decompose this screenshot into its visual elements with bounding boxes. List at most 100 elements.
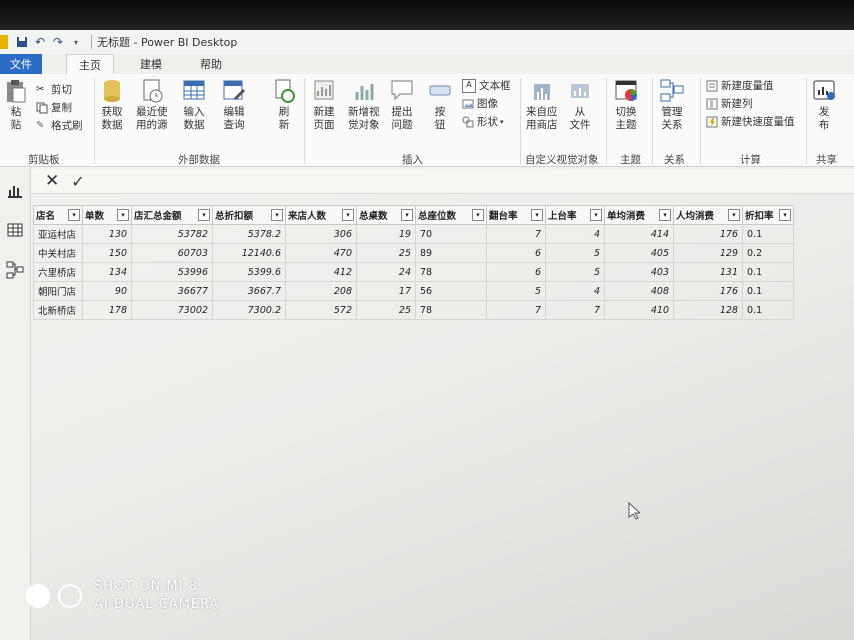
table-cell[interactable]: 5 xyxy=(486,281,546,301)
tab-file[interactable]: 文件 xyxy=(0,54,42,74)
new-quick-measure-button[interactable]: 新建快速度量值 xyxy=(706,114,795,129)
format-painter-button[interactable]: ✎ 格式刷 xyxy=(36,118,83,133)
table-cell[interactable]: 0.2 xyxy=(742,243,794,263)
model-view-icon[interactable] xyxy=(6,261,24,279)
tab-modeling[interactable]: 建模 xyxy=(128,54,174,74)
filter-dropdown-icon[interactable]: ▾ xyxy=(590,209,602,221)
save-icon[interactable] xyxy=(14,34,30,50)
filter-dropdown-icon[interactable]: ▾ xyxy=(779,209,791,221)
get-data-button[interactable]: 获取 数据 xyxy=(100,78,124,132)
table-cell[interactable]: 25 xyxy=(356,300,416,320)
filter-dropdown-icon[interactable]: ▾ xyxy=(68,209,80,221)
table-cell[interactable]: 410 xyxy=(604,300,674,320)
textbox-button[interactable]: A 文本框 xyxy=(462,78,511,93)
shapes-dropdown-icon[interactable]: ▾ xyxy=(500,118,504,126)
filter-dropdown-icon[interactable]: ▾ xyxy=(198,209,210,221)
table-cell[interactable]: 0.1 xyxy=(742,224,794,244)
button-button[interactable]: 按 钮 xyxy=(428,78,452,132)
table-cell[interactable]: 208 xyxy=(285,281,357,301)
table-cell[interactable]: 17 xyxy=(356,281,416,301)
redo-icon[interactable]: ↷ xyxy=(50,34,66,50)
column-header[interactable]: 单均消费 ▾ xyxy=(604,205,674,225)
table-cell[interactable]: 130 xyxy=(82,224,132,244)
column-header[interactable]: 总折扣额 ▾ xyxy=(212,205,286,225)
table-cell[interactable]: 176 xyxy=(673,224,743,244)
table-cell[interactable]: 亚运村店 xyxy=(33,224,83,244)
table-cell[interactable]: 56 xyxy=(415,281,487,301)
refresh-button[interactable]: 刷 新 xyxy=(272,78,296,132)
table-cell[interactable]: 0.1 xyxy=(742,300,794,320)
table-cell[interactable]: 90 xyxy=(82,281,132,301)
publish-button[interactable]: 发 布 xyxy=(812,78,836,132)
table-cell[interactable]: 36677 xyxy=(131,281,213,301)
column-header[interactable]: 来店人数 ▾ xyxy=(285,205,357,225)
tab-help[interactable]: 帮助 xyxy=(188,54,234,74)
table-cell[interactable]: 134 xyxy=(82,262,132,282)
table-cell[interactable]: 70 xyxy=(415,224,487,244)
table-cell[interactable]: 24 xyxy=(356,262,416,282)
table-cell[interactable]: 4 xyxy=(545,281,605,301)
column-header[interactable]: 店名 ▾ xyxy=(33,205,83,225)
filter-dropdown-icon[interactable]: ▾ xyxy=(271,209,283,221)
table-cell[interactable]: 78 xyxy=(415,300,487,320)
table-cell[interactable]: 6 xyxy=(486,243,546,263)
table-cell[interactable]: 405 xyxy=(604,243,674,263)
table-cell[interactable]: 5 xyxy=(545,262,605,282)
edit-queries-button[interactable]: 编辑 查询 xyxy=(222,78,246,132)
quick-access-dropdown-icon[interactable]: ▾ xyxy=(68,34,84,50)
table-cell[interactable]: 53996 xyxy=(131,262,213,282)
table-cell[interactable]: 25 xyxy=(356,243,416,263)
table-cell[interactable]: 中关村店 xyxy=(33,243,83,263)
table-cell[interactable]: 7 xyxy=(545,300,605,320)
cut-button[interactable]: ✂ 剪切 xyxy=(36,82,72,97)
report-view-icon[interactable] xyxy=(6,181,24,199)
filter-dropdown-icon[interactable]: ▾ xyxy=(531,209,543,221)
column-header[interactable]: 折扣率 ▾ xyxy=(742,205,794,225)
table-cell[interactable]: 六里桥店 xyxy=(33,262,83,282)
table-cell[interactable]: 306 xyxy=(285,224,357,244)
enter-data-button[interactable]: 输入 数据 xyxy=(182,78,206,132)
table-cell[interactable]: 408 xyxy=(604,281,674,301)
table-cell[interactable]: 19 xyxy=(356,224,416,244)
copy-button[interactable]: 复制 xyxy=(36,100,72,115)
table-cell[interactable]: 412 xyxy=(285,262,357,282)
table-cell[interactable]: 7300.2 xyxy=(212,300,286,320)
table-cell[interactable]: 414 xyxy=(604,224,674,244)
table-cell[interactable]: 403 xyxy=(604,262,674,282)
table-cell[interactable]: 73002 xyxy=(131,300,213,320)
undo-icon[interactable]: ↶ xyxy=(32,34,48,50)
filter-dropdown-icon[interactable]: ▾ xyxy=(659,209,671,221)
filter-dropdown-icon[interactable]: ▾ xyxy=(728,209,740,221)
table-cell[interactable]: 150 xyxy=(82,243,132,263)
column-header[interactable]: 总座位数 ▾ xyxy=(415,205,487,225)
new-visual-button[interactable]: 新增视 觉对象 xyxy=(348,78,380,132)
column-header[interactable]: 总桌数 ▾ xyxy=(356,205,416,225)
commit-formula-button[interactable]: ✓ xyxy=(71,172,84,191)
new-page-button[interactable]: 新建 页面 xyxy=(312,78,336,132)
filter-dropdown-icon[interactable]: ▾ xyxy=(472,209,484,221)
column-header[interactable]: 人均消费 ▾ xyxy=(673,205,743,225)
ask-question-button[interactable]: 提出 问题 xyxy=(390,78,414,132)
table-cell[interactable]: 128 xyxy=(673,300,743,320)
table-cell[interactable]: 12140.6 xyxy=(212,243,286,263)
from-file-button[interactable]: 从 文件 xyxy=(568,78,592,132)
table-cell[interactable]: 3667.7 xyxy=(212,281,286,301)
filter-dropdown-icon[interactable]: ▾ xyxy=(117,209,129,221)
cancel-formula-button[interactable]: ✕ xyxy=(45,171,59,191)
table-cell[interactable]: 178 xyxy=(82,300,132,320)
table-cell[interactable]: 0.1 xyxy=(742,262,794,282)
manage-relationships-button[interactable]: 管理 关系 xyxy=(660,78,684,132)
column-header[interactable]: 上台率 ▾ xyxy=(545,205,605,225)
table-cell[interactable]: 5 xyxy=(545,243,605,263)
filter-dropdown-icon[interactable]: ▾ xyxy=(342,209,354,221)
filter-dropdown-icon[interactable]: ▾ xyxy=(401,209,413,221)
table-cell[interactable]: 572 xyxy=(285,300,357,320)
column-header[interactable]: 单数 ▾ xyxy=(82,205,132,225)
table-cell[interactable]: 89 xyxy=(415,243,487,263)
column-header[interactable]: 翻台率 ▾ xyxy=(486,205,546,225)
table-cell[interactable]: 470 xyxy=(285,243,357,263)
table-cell[interactable]: 78 xyxy=(415,262,487,282)
data-view-icon[interactable] xyxy=(6,221,24,239)
table-cell[interactable]: 北新桥店 xyxy=(33,300,83,320)
table-cell[interactable]: 60703 xyxy=(131,243,213,263)
